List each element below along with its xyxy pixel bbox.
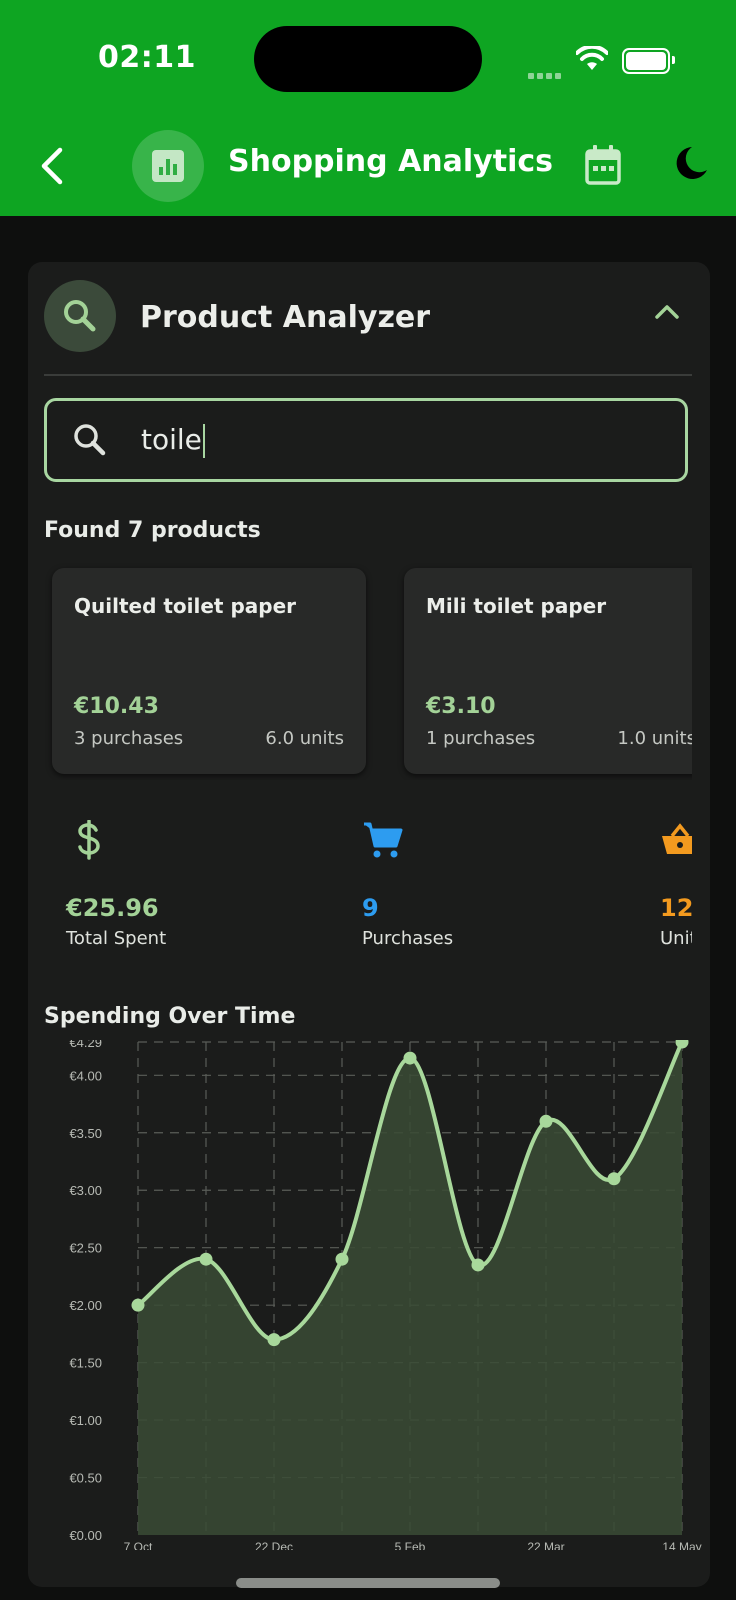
x-tick-label: 7 Oct <box>124 1540 153 1550</box>
analyzer-title: Product Analyzer <box>140 300 431 335</box>
data-point <box>335 1252 349 1266</box>
y-tick-label: €1.00 <box>69 1413 102 1428</box>
y-tick-label: €3.00 <box>69 1183 102 1198</box>
search-input[interactable]: toile <box>141 423 205 458</box>
stat-value: 9 <box>362 894 379 922</box>
product-price: €3.10 <box>426 694 496 719</box>
stat-label: Total Spent <box>66 928 167 949</box>
app-bar: Shopping Analytics <box>0 120 736 216</box>
stat-label: Unit <box>660 928 692 949</box>
y-tick-label: €1.50 <box>69 1356 102 1371</box>
x-tick-label: 14 May <box>662 1540 701 1550</box>
product-card[interactable]: Mili toilet paper €3.10 1 purchases 1.0 … <box>404 568 692 774</box>
product-card[interactable]: Quilted toilet paper €10.43 3 purchases … <box>52 568 366 774</box>
dynamic-island <box>254 26 482 92</box>
chevron-up-icon[interactable] <box>654 302 680 322</box>
product-name: Quilted toilet paper <box>74 594 297 618</box>
data-point <box>267 1333 281 1347</box>
analytics-logo-icon <box>132 130 204 202</box>
dark-mode-moon-icon[interactable] <box>672 144 710 184</box>
summary-stats: €25.96 Total Spent 9 Purchases 12. Unit <box>44 820 692 960</box>
product-search-field[interactable]: toile <box>44 398 688 482</box>
area-fill <box>138 1042 682 1535</box>
cart-icon <box>364 822 403 858</box>
app-title: Shopping Analytics <box>228 144 554 179</box>
basket-icon <box>662 823 692 854</box>
x-tick-label: 22 Dec <box>255 1540 293 1550</box>
stat-label: Purchases <box>362 928 454 949</box>
status-time: 02:11 <box>98 40 196 75</box>
y-tick-label: €3.50 <box>69 1126 102 1141</box>
y-tick-label: €2.00 <box>69 1298 102 1313</box>
spending-line-chart: €0.00 €0.50 €1.00 €1.50 €2.00 €2.50 €3.00 €3.50… <box>69 1040 702 1550</box>
battery-icon <box>622 48 675 74</box>
x-tick-label: 22 Mar <box>527 1540 564 1550</box>
data-point <box>199 1252 213 1266</box>
data-point <box>607 1172 621 1186</box>
found-products-count: Found 7 products <box>44 518 261 543</box>
y-tick-label: €0.50 <box>69 1471 102 1486</box>
product-name: Mili toilet paper <box>426 594 607 618</box>
product-purchases: 3 purchases <box>74 728 184 749</box>
product-units: 6.0 units <box>265 728 344 749</box>
data-point <box>471 1258 485 1272</box>
status-bar: 02:11 <box>0 0 736 120</box>
product-price: €10.43 <box>74 694 159 719</box>
stat-value: €25.96 <box>66 894 159 922</box>
data-point <box>403 1051 417 1065</box>
divider <box>44 374 692 376</box>
y-tick-label: €2.50 <box>69 1241 102 1256</box>
y-tick-label: €4.29 <box>69 1040 102 1050</box>
chart-title: Spending Over Time <box>44 1004 296 1029</box>
y-tick-label: €0.00 <box>69 1528 102 1543</box>
dollar-icon <box>78 820 100 860</box>
cellular-signal-icon <box>528 64 564 83</box>
y-tick-label: €4.00 <box>69 1068 102 1083</box>
back-arrow-icon[interactable] <box>34 144 78 188</box>
product-purchases: 1 purchases <box>426 728 536 749</box>
wifi-icon <box>576 46 608 70</box>
analyzer-search-icon <box>44 280 116 352</box>
products-carousel[interactable]: Quilted toilet paper €10.43 3 purchases … <box>44 560 692 780</box>
x-tick-label: 5 Feb <box>395 1540 426 1550</box>
stat-value: 12. <box>660 894 692 922</box>
home-indicator <box>236 1578 500 1588</box>
calendar-icon[interactable] <box>584 144 622 186</box>
data-point <box>539 1114 553 1128</box>
product-units: 1.0 units <box>617 728 692 749</box>
search-icon <box>74 424 106 456</box>
data-point <box>131 1298 145 1312</box>
